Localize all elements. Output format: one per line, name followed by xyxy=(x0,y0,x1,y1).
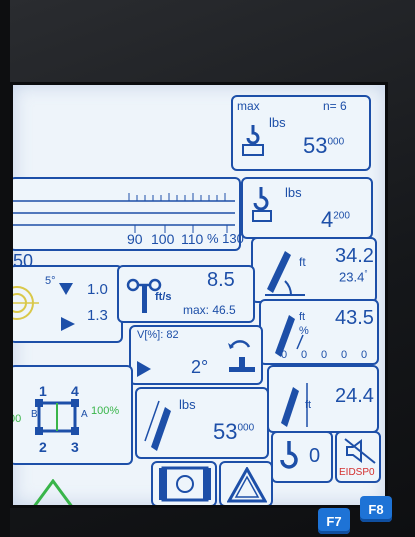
outrigger-label-4: 4 xyxy=(71,383,79,399)
slew-angle: 2° xyxy=(191,357,209,377)
rotation-arrow-icon xyxy=(228,340,251,349)
outrigger-view-button[interactable] xyxy=(151,461,217,505)
boom-length: 34.2 xyxy=(335,245,374,267)
tilt-panel: 5° 1.0 1.3 xyxy=(13,265,123,343)
green-warning-icon xyxy=(33,479,73,505)
warning-triangle-icon xyxy=(227,467,267,503)
outrigger-label-1: 1 xyxy=(39,383,47,399)
max-load-panel: max n= 6 lbs 53000 xyxy=(231,95,371,171)
height-panel: ft 24.4 xyxy=(267,365,379,433)
tilt-value-bottom: 1.3 xyxy=(87,307,108,324)
n-label: n= 6 xyxy=(323,99,347,113)
warning-button[interactable] xyxy=(219,461,273,505)
hook-counter-panel: 0 xyxy=(271,431,333,483)
max-label: max xyxy=(237,99,260,113)
crane-base-icon xyxy=(229,357,255,372)
speaker-muted-icon xyxy=(344,438,376,464)
tilt-value-top: 1.0 xyxy=(87,281,108,298)
crane-display: 90 100 110 % 130 max n= 6 lbs 53000 lbs … xyxy=(10,82,388,508)
wind-max: max: 46.5 xyxy=(183,303,236,317)
play-arrow-icon xyxy=(137,361,151,377)
boom-force-panel: lbs 53000 xyxy=(135,387,269,459)
outrigger-frame-icon xyxy=(159,466,211,502)
radius-panel: ft % 43.5 0 0 0 0 0 xyxy=(259,299,379,365)
tick-100: 100 xyxy=(151,231,175,247)
radius-zero-5: 0 xyxy=(361,349,368,361)
hook-icon xyxy=(280,441,298,469)
wind-panel: ft/s 8.5 max: 46.5 xyxy=(117,265,255,323)
boom-force-value: 53000 xyxy=(213,419,255,444)
max-load-value: 53000 xyxy=(303,133,345,158)
radius-zero-4: 0 xyxy=(341,349,348,361)
height-unit: ft xyxy=(305,399,312,411)
hook-load-value: 4200 xyxy=(321,207,350,232)
outrigger-label-b: B xyxy=(31,409,38,420)
radius-zero-1: 0 xyxy=(281,349,288,361)
outrigger-pct-left: 00 xyxy=(10,413,22,425)
hook-load-panel: lbs 4200 xyxy=(241,177,373,239)
tick-130: % 130 xyxy=(207,231,244,246)
slew-panel: V[%]: 82 2° xyxy=(129,325,263,385)
radius-zero-2: 0 xyxy=(301,349,308,361)
boom-angle-icon xyxy=(265,251,305,296)
radius-unit-ft: ft xyxy=(299,311,306,323)
boom-panel: ft 34.2 23.4° xyxy=(251,237,377,303)
bezel-edge xyxy=(0,0,10,537)
utilization-panel: 90 100 110 % 130 xyxy=(13,177,244,251)
boom-force-unit: lbs xyxy=(179,397,196,412)
hook-counter-value: 0 xyxy=(309,445,321,467)
tilt-arrow-down-icon xyxy=(59,283,73,295)
height-value: 24.4 xyxy=(335,385,374,407)
max-load-unit: lbs xyxy=(269,115,286,130)
wind-speed: 8.5 xyxy=(207,269,235,291)
function-key-f8[interactable]: F8 xyxy=(360,496,392,522)
mute-alarm-button[interactable]: EIDSP0 xyxy=(335,431,381,483)
outriggers-panel: 00 1 4 2 3 B A 100% xyxy=(10,365,133,465)
crane-hook-icon xyxy=(252,187,272,222)
level-target-icon xyxy=(13,286,39,320)
tick-90: 90 xyxy=(127,231,143,247)
boom-angle: 23.4° xyxy=(339,269,368,285)
radius-unit-pct: % xyxy=(299,325,309,337)
outrigger-pct-right: 100% xyxy=(91,405,120,417)
radius-value: 43.5 xyxy=(335,307,374,329)
eidsp-label: EIDSP0 xyxy=(339,467,375,478)
slew-v-label: V[%]: 82 xyxy=(137,329,179,341)
boom-unit: ft xyxy=(299,255,306,269)
wind-unit: ft/s xyxy=(155,291,172,303)
tick-110: 110 xyxy=(181,231,204,247)
hook-load-unit: lbs xyxy=(285,185,302,200)
outrigger-label-2: 2 xyxy=(39,439,47,455)
hook-weight-icon xyxy=(242,125,264,156)
outrigger-label-3: 3 xyxy=(71,439,79,455)
tilt-arrow-right-icon xyxy=(61,317,75,331)
function-key-f7[interactable]: F7 xyxy=(318,508,350,534)
radius-zero-3: 0 xyxy=(321,349,328,361)
tilt-angle-label: 5° xyxy=(45,275,56,287)
boom-force-icon xyxy=(144,400,171,451)
outrigger-label-a: A xyxy=(81,409,88,420)
